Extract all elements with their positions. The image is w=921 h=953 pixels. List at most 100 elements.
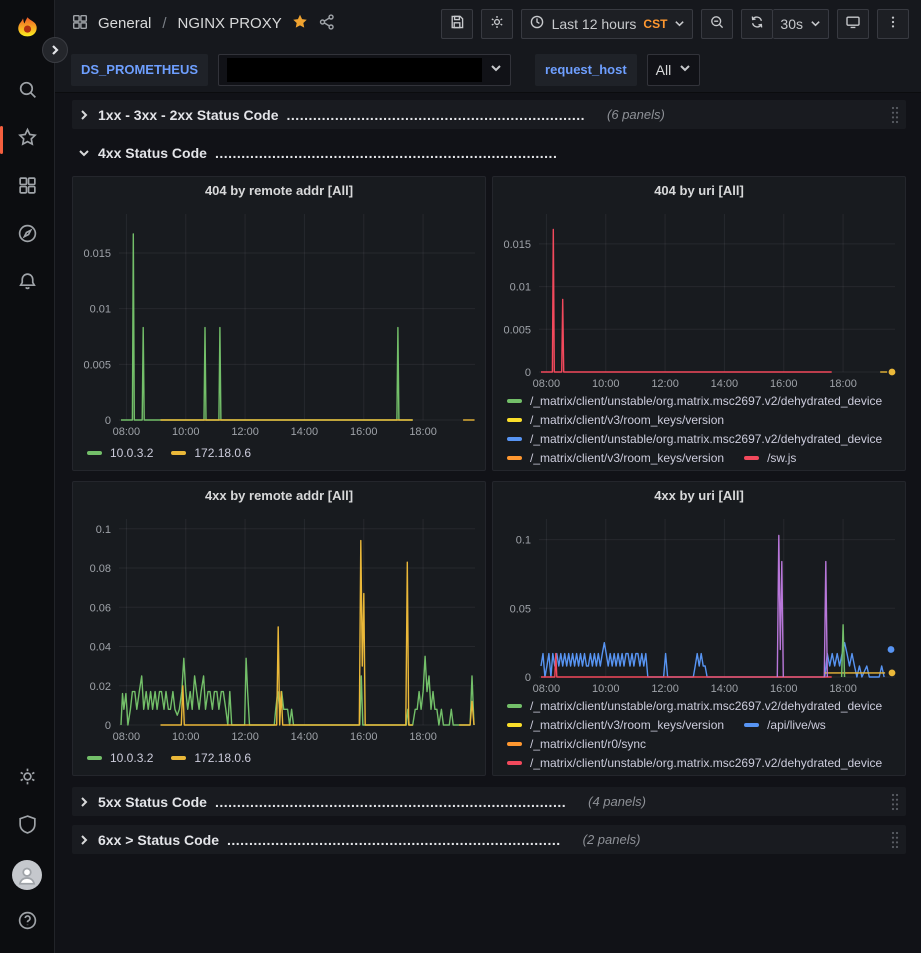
svg-text:10:00: 10:00 (592, 683, 620, 695)
legend-swatch (507, 761, 522, 765)
variable-request-host-select[interactable]: All (647, 54, 701, 86)
svg-text:16:00: 16:00 (770, 378, 798, 390)
legend-swatch (744, 456, 759, 460)
legend-item[interactable]: 10.0.3.2 (87, 446, 153, 460)
variable-datasource-select[interactable] (218, 54, 511, 86)
tv-mode-button[interactable] (837, 9, 869, 39)
active-indicator (0, 126, 3, 154)
dashboard-settings-button[interactable] (481, 9, 513, 39)
apps-grid-icon (17, 175, 38, 201)
more-options-button[interactable] (877, 9, 909, 39)
redacted-value (227, 58, 482, 82)
clock-icon (529, 14, 545, 33)
dashboard-toolbar: General / NGINX PROXY Last 12 hours CST … (55, 0, 921, 47)
legend-item[interactable]: /_matrix/client/unstable/org.matrix.msc2… (507, 394, 882, 408)
legend-item[interactable]: /_matrix/client/unstable/org.matrix.msc2… (507, 756, 882, 770)
row-1xx-3xx-2xx-status-code[interactable]: 1xx - 3xx - 2xx Status Code ............… (72, 100, 906, 129)
legend-swatch (507, 399, 522, 403)
svg-text:0.04: 0.04 (90, 642, 111, 654)
legend-label: /_matrix/client/r0/sync (530, 737, 646, 751)
legend-item[interactable]: /_matrix/client/v3/room_keys/version (507, 718, 724, 732)
drag-handle-icon[interactable] (890, 792, 900, 817)
svg-text:18:00: 18:00 (829, 683, 857, 695)
breadcrumb: General / NGINX PROXY (71, 13, 336, 35)
svg-text:12:00: 12:00 (651, 683, 679, 695)
svg-text:0.005: 0.005 (83, 359, 111, 371)
panel-404-by-uri: 404 by uri [All] 08:0010:0012:0014:0016:… (492, 176, 906, 471)
svg-text:0.01: 0.01 (90, 304, 111, 316)
legend-label: /_matrix/client/unstable/org.matrix.msc2… (530, 699, 882, 713)
sidebar-item-server-admin[interactable] (7, 807, 47, 847)
dashboard-content: 1xx - 3xx - 2xx Status Code ............… (55, 93, 921, 953)
breadcrumb-section[interactable]: General (98, 15, 151, 32)
legend-item[interactable]: /_matrix/client/v3/room_keys/version (507, 413, 724, 427)
legend-item[interactable]: /sw.js (744, 451, 796, 465)
chevron-down-icon (490, 61, 502, 79)
legend-item[interactable]: /_matrix/client/v3/room_keys/version (507, 451, 724, 465)
chart-4xx-by-uri[interactable]: 08:0010:0012:0014:0016:0018:0000.050.1 (493, 509, 905, 697)
chevron-right-icon (78, 109, 90, 121)
refresh-interval-dropdown[interactable]: 30s (773, 9, 829, 39)
sidebar-item-starred[interactable] (7, 120, 47, 160)
favorite-star-icon[interactable] (291, 13, 309, 35)
variable-label-datasource[interactable]: DS_PROMETHEUS (71, 54, 208, 86)
search-icon (17, 79, 38, 105)
grafana-logo[interactable] (7, 8, 47, 48)
legend-swatch (507, 456, 522, 460)
sidebar-item-profile[interactable] (7, 855, 47, 895)
svg-text:16:00: 16:00 (350, 731, 378, 743)
time-range-picker[interactable]: Last 12 hours CST (521, 9, 694, 39)
legend-item[interactable]: /_matrix/client/unstable/org.matrix.msc2… (507, 699, 882, 713)
share-icon[interactable] (318, 13, 336, 35)
legend-swatch (507, 418, 522, 422)
dashboard-title[interactable]: NGINX PROXY (178, 15, 282, 32)
sidebar-item-help[interactable] (7, 903, 47, 943)
chart-404-by-uri[interactable]: 08:0010:0012:0014:0016:0018:0000.0050.01… (493, 204, 905, 392)
svg-text:0.02: 0.02 (90, 681, 111, 693)
legend-item[interactable]: /api/live/ws (744, 718, 826, 732)
svg-text:08:00: 08:00 (533, 378, 561, 390)
sidebar-expand-button[interactable] (42, 37, 68, 63)
panel-legend: /_matrix/client/unstable/org.matrix.msc2… (493, 697, 905, 775)
legend-label: /_matrix/client/v3/room_keys/version (530, 718, 724, 732)
legend-item[interactable]: 172.18.0.6 (171, 446, 251, 460)
row-leader: ........................................… (227, 832, 561, 848)
svg-text:12:00: 12:00 (651, 378, 679, 390)
variable-label-request-host[interactable]: request_host (535, 54, 637, 86)
legend-item[interactable]: 10.0.3.2 (87, 751, 153, 765)
chart-404-by-remote-addr[interactable]: 08:0010:0012:0014:0016:0018:0000.0050.01… (73, 204, 485, 440)
dashboards-grid-icon[interactable] (71, 13, 89, 35)
save-dashboard-button[interactable] (441, 9, 473, 39)
zoom-out-button[interactable] (701, 9, 733, 39)
sidebar-item-alerting[interactable] (7, 264, 47, 304)
panel-title[interactable]: 404 by remote addr [All] (73, 177, 485, 204)
svg-text:12:00: 12:00 (231, 731, 259, 743)
star-icon (17, 127, 38, 153)
chart-4xx-by-remote-addr[interactable]: 08:0010:0012:0014:0016:0018:0000.020.040… (73, 509, 485, 745)
legend-label: /_matrix/client/v3/room_keys/version (530, 451, 724, 465)
svg-text:0: 0 (105, 415, 111, 427)
legend-item[interactable]: /_matrix/client/r0/sync (507, 737, 646, 751)
sidebar-item-configuration[interactable] (7, 759, 47, 799)
panel-title[interactable]: 404 by uri [All] (493, 177, 905, 204)
drag-handle-icon[interactable] (890, 105, 900, 130)
svg-text:16:00: 16:00 (350, 426, 378, 438)
legend-item[interactable]: /_matrix/client/unstable/org.matrix.msc2… (507, 432, 882, 446)
sidebar-item-explore[interactable] (7, 216, 47, 256)
svg-text:08:00: 08:00 (113, 426, 141, 438)
sidebar-item-search[interactable] (7, 72, 47, 112)
chevron-right-icon (78, 796, 90, 808)
legend-item[interactable]: 172.18.0.6 (171, 751, 251, 765)
row-panel-count: (4 panels) (588, 794, 646, 809)
row-4xx-status-code[interactable]: 4xx Status Code ........................… (72, 138, 906, 167)
drag-handle-icon[interactable] (890, 830, 900, 855)
sidebar-item-dashboards[interactable] (7, 168, 47, 208)
legend-swatch (171, 756, 186, 760)
refresh-button[interactable] (741, 9, 773, 39)
svg-text:18:00: 18:00 (409, 731, 437, 743)
panel-title[interactable]: 4xx by remote addr [All] (73, 482, 485, 509)
row-6xx-status-code[interactable]: 6xx > Status Code ......................… (72, 825, 906, 854)
row-5xx-status-code[interactable]: 5xx Status Code ........................… (72, 787, 906, 816)
svg-text:0.05: 0.05 (510, 603, 531, 615)
panel-title[interactable]: 4xx by uri [All] (493, 482, 905, 509)
